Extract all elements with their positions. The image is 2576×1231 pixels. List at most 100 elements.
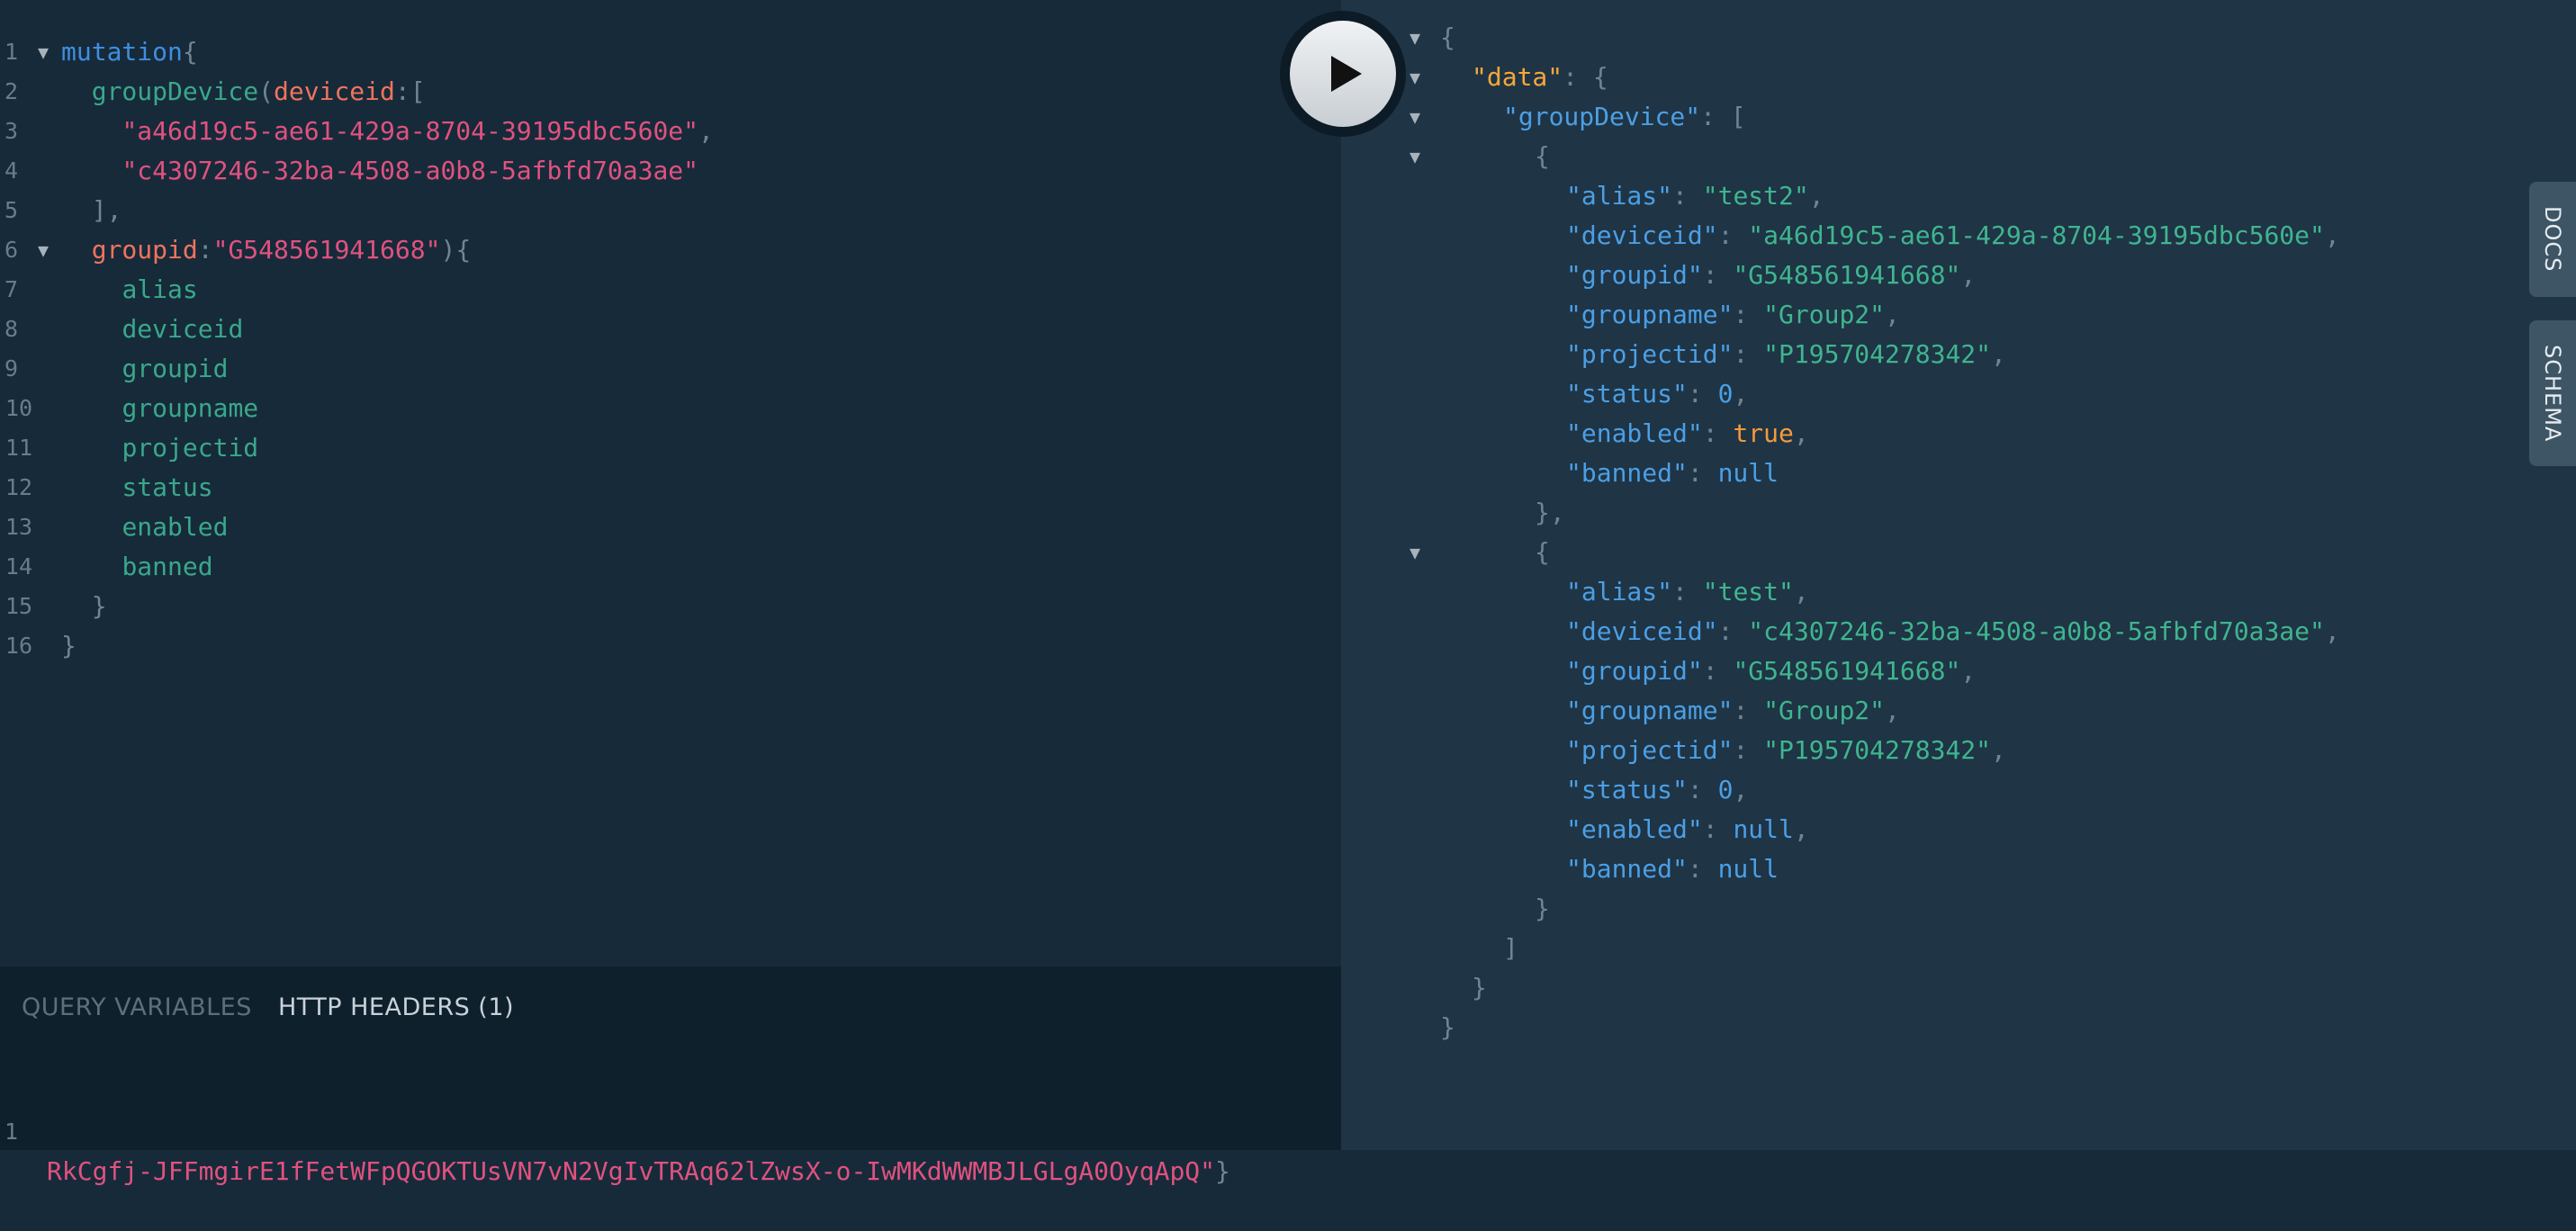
code-text: groupid — [61, 349, 228, 389]
fold-arrow-icon[interactable]: ▼ — [1410, 137, 1420, 176]
line-number: 10 — [5, 395, 32, 421]
result-token: : — [1702, 418, 1734, 448]
result-token: "groupname" — [1566, 300, 1734, 329]
result-text: "groupid": "G548561941668", — [1566, 651, 1976, 691]
code-token: deviceid — [274, 76, 395, 106]
result-token: "status" — [1566, 775, 1688, 804]
result-token: : — [1733, 339, 1764, 369]
code-token: "a46d19c5-ae61-429a-8704-39195dbc560e" — [122, 116, 699, 146]
code-token: } — [91, 591, 107, 621]
code-token: ], — [91, 195, 122, 225]
result-token: "projectid" — [1566, 339, 1734, 369]
result-text: "deviceid": "a46d19c5-ae61-429a-8704-391… — [1566, 216, 2340, 256]
code-token: , — [698, 116, 714, 146]
docs-tab[interactable]: DOCS — [2529, 182, 2576, 297]
result-token: "deviceid" — [1566, 220, 1718, 250]
result-text: "groupname": "Group2", — [1566, 295, 1900, 335]
code-text: ], — [61, 191, 122, 230]
result-token: , — [1991, 735, 2006, 765]
result-text: "groupname": "Group2", — [1566, 691, 1900, 731]
result-token: : — [1702, 656, 1734, 686]
fold-arrow-icon[interactable]: ▼ — [1410, 18, 1420, 58]
result-text: "status": 0, — [1566, 374, 1748, 414]
line-number: 6 — [4, 237, 18, 263]
code-text: mutation{ — [61, 32, 198, 72]
header-closing-brace: } — [1215, 1156, 1230, 1186]
code-text: enabled — [61, 508, 228, 547]
code-token: "G548561941668" — [212, 235, 441, 265]
result-token: { — [1535, 537, 1550, 567]
code-token: ){ — [440, 235, 472, 265]
result-token: : — [1717, 616, 1749, 646]
result-token: null — [1717, 458, 1779, 488]
result-token: , — [1991, 339, 2006, 369]
result-token: } — [1535, 894, 1550, 923]
code-token: } — [61, 631, 77, 660]
result-token: 0 — [1717, 775, 1734, 804]
result-text: ] — [1503, 929, 1518, 968]
fold-arrow-icon[interactable]: ▼ — [1410, 97, 1420, 137]
code-token: status — [122, 472, 213, 502]
line-number: 9 — [4, 355, 18, 382]
result-token: "P195704278342" — [1763, 339, 1992, 369]
line-number: 12 — [5, 474, 32, 500]
result-token: "banned" — [1566, 854, 1688, 884]
fold-arrow-icon[interactable]: ▼ — [38, 32, 49, 72]
line-number: 11 — [5, 435, 32, 461]
result-token: , — [2324, 616, 2340, 646]
result-token: "G548561941668" — [1733, 656, 1961, 686]
run-button-face[interactable] — [1290, 21, 1396, 127]
fold-arrow-icon[interactable]: ▼ — [38, 230, 49, 270]
result-token: : — [1687, 775, 1718, 804]
result-token: 0 — [1717, 379, 1734, 409]
code-token: groupname — [122, 393, 259, 423]
result-token: ] — [1503, 933, 1518, 963]
query-editor-pane[interactable]: 1 ▼ mutation{2 groupDevice(deviceid:[3 "a4… — [0, 0, 1341, 1186]
line-number: 8 — [4, 316, 18, 342]
code-token: alias — [122, 274, 198, 304]
http-headers-editor[interactable]: 1 RkCgfj-JFFmgirE1fFetWFpQGOKTUsVN7vN2Vg… — [0, 1073, 1230, 1186]
code-text: } — [61, 587, 107, 626]
result-token: , — [2324, 220, 2340, 250]
result-token: "alias" — [1566, 181, 1673, 211]
result-token: "enabled" — [1566, 814, 1703, 844]
result-token: : — [1687, 854, 1718, 884]
result-text: "groupDevice": [ — [1503, 97, 1746, 137]
result-token: : — [1733, 696, 1764, 725]
fold-arrow-icon[interactable]: ▼ — [1410, 58, 1420, 97]
result-text: "banned": null — [1566, 454, 1779, 493]
result-token: , — [1960, 260, 1977, 290]
result-text: { — [1440, 18, 1455, 58]
result-token: , — [1733, 775, 1749, 804]
result-text: "deviceid": "c4307246-32ba-4508-a0b8-5af… — [1566, 612, 2340, 651]
code-text: "a46d19c5-ae61-429a-8704-39195dbc560e", — [61, 112, 714, 151]
result-token: { — [1440, 22, 1455, 52]
line-number: 16 — [5, 633, 32, 659]
result-text: } — [1472, 968, 1487, 1008]
fold-arrow-icon[interactable]: ▼ — [1410, 533, 1420, 572]
result-text: "alias": "test2", — [1566, 176, 1824, 216]
code-text: banned — [61, 547, 212, 587]
run-query-button[interactable] — [1280, 11, 1406, 137]
result-token: "c4307246-32ba-4508-a0b8-5afbfd70a3ae" — [1748, 616, 2325, 646]
query-editor[interactable]: 1 ▼ mutation{2 groupDevice(deviceid:[3 "a4… — [0, 32, 1341, 959]
schema-tab[interactable]: SCHEMA — [2529, 320, 2576, 466]
result-token: : — [1672, 577, 1703, 607]
result-text: "projectid": "P195704278342", — [1566, 335, 2006, 374]
result-token: "a46d19c5-ae61-429a-8704-39195dbc560e" — [1748, 220, 2325, 250]
variables-tabs: QUERY VARIABLES HTTP HEADERS (1) — [22, 993, 532, 1029]
schema-tab-label: SCHEMA — [2540, 344, 2565, 443]
line-number: 4 — [4, 157, 18, 184]
tab-http-headers[interactable]: HTTP HEADERS (1) — [278, 993, 514, 1021]
result-token: : — [1702, 260, 1734, 290]
result-token: , — [1808, 181, 1824, 211]
result-token: , — [1885, 696, 1900, 725]
line-number: 1 — [4, 1119, 18, 1145]
header-value: RkCgfj-JFFmgirE1fFetWFpQGOKTUsVN7vN2VgIv… — [47, 1156, 1216, 1186]
code-token: deviceid — [122, 314, 244, 344]
tab-query-variables[interactable]: QUERY VARIABLES — [22, 993, 252, 1021]
result-token: : — [1687, 458, 1718, 488]
